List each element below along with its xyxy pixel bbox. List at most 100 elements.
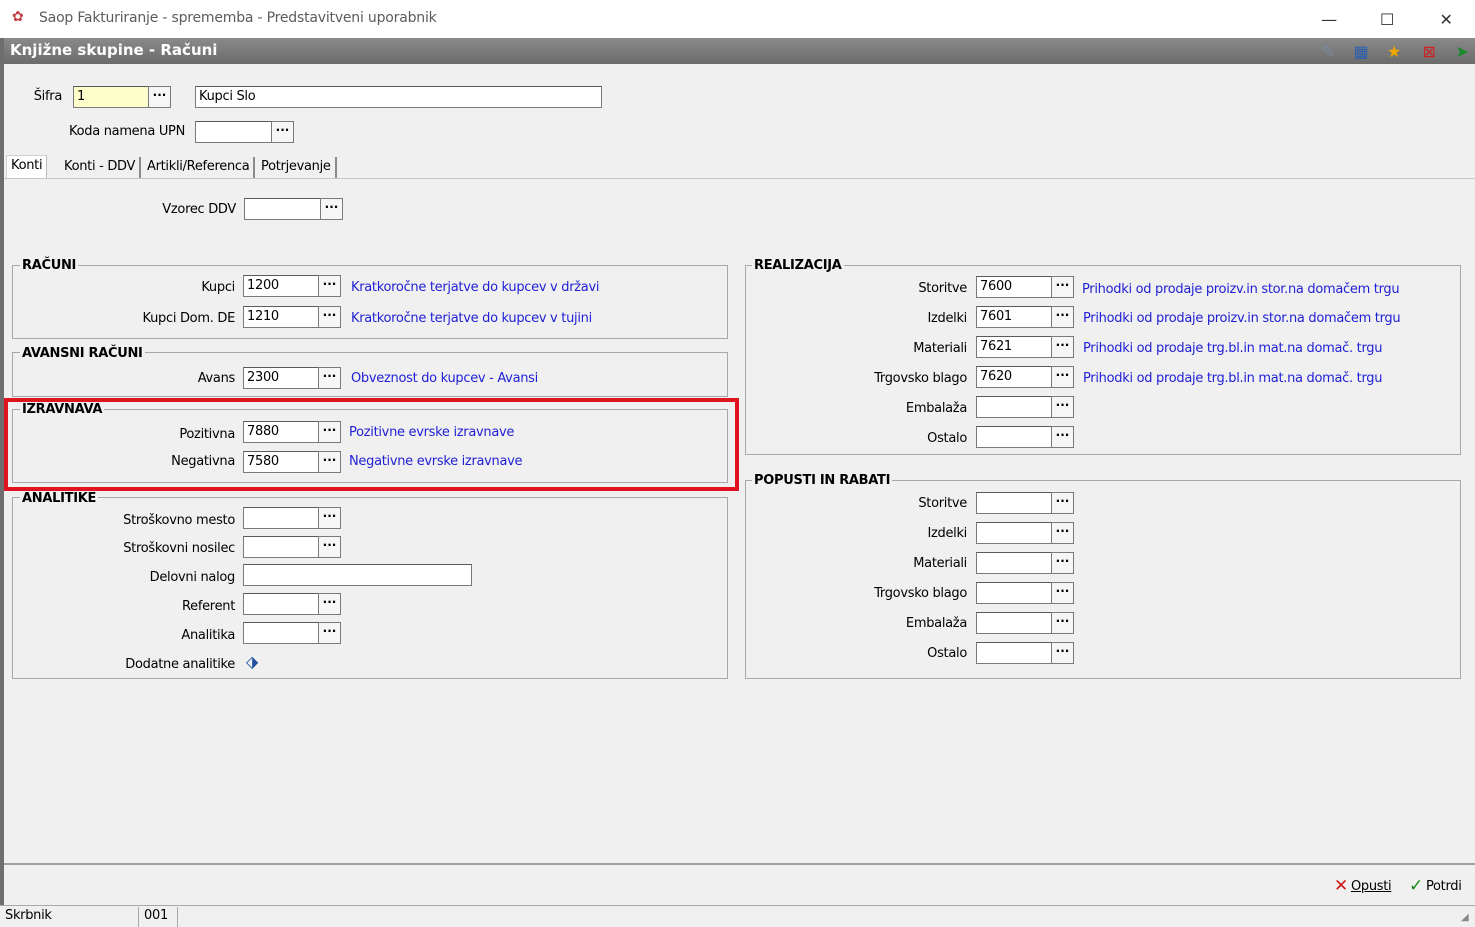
pop-storitve-label: Storitve: [918, 496, 967, 511]
real-trgovsko-blago-input[interactable]: 7620: [976, 366, 1053, 388]
stroskovno-mesto-lookup-button[interactable]: ···: [318, 507, 341, 529]
koda-lookup-button[interactable]: ···: [271, 121, 294, 143]
kupci-input[interactable]: 1200: [243, 275, 320, 297]
stroskovni-nosilec-input[interactable]: [243, 536, 320, 558]
minimize-button[interactable]: —: [1300, 0, 1358, 38]
window-title: Saop Fakturiranje - sprememba - Predstav…: [39, 10, 437, 26]
real-izdelki-lookup-button[interactable]: ···: [1051, 306, 1074, 328]
maximize-button[interactable]: ☐: [1358, 0, 1416, 38]
stroskovni-nosilec-lookup-button[interactable]: ···: [318, 536, 341, 558]
kupci-dom-de-description: Kratkoročne terjatve do kupcev v tujini: [351, 311, 592, 326]
cancel-button[interactable]: ✕ Opusti: [1334, 876, 1392, 896]
avans-lookup-button[interactable]: ···: [318, 367, 341, 389]
naziv-input[interactable]: Kupci Slo: [195, 86, 602, 108]
real-materiali-description: Prihodki od prodaje trg.bl.in mat.na dom…: [1083, 341, 1383, 356]
vzorec-ddv-label: Vzorec DDV: [162, 202, 236, 217]
edit-icon[interactable]: ✎: [1316, 40, 1340, 62]
referent-label: Referent: [181, 599, 235, 614]
export-icon[interactable]: ➤: [1450, 40, 1474, 62]
koda-label: Koda namena UPN: [69, 124, 185, 139]
vzorec-ddv-input[interactable]: [244, 198, 322, 220]
delete-icon[interactable]: ⊠: [1417, 40, 1441, 62]
popusti-group-title: POPUSTI IN RABATI: [752, 473, 893, 488]
footer-divider: [4, 863, 1475, 865]
analitika-input[interactable]: [243, 622, 320, 644]
star-icon[interactable]: ★: [1382, 40, 1406, 62]
real-embalaza-lookup-button[interactable]: ···: [1051, 396, 1074, 418]
pop-izdelki-input[interactable]: [976, 522, 1053, 544]
avans-input[interactable]: 2300: [243, 367, 320, 389]
pop-materiali-lookup-button[interactable]: ···: [1051, 552, 1074, 574]
real-ostalo-label: Ostalo: [927, 431, 967, 446]
real-storitve-label: Storitve: [918, 281, 967, 296]
pop-storitve-input[interactable]: [976, 492, 1053, 514]
tab-strip-divider: [4, 178, 1475, 179]
real-trgovsko-blago-label: Trgovsko blago: [874, 371, 967, 386]
pop-ostalo-input[interactable]: [976, 642, 1053, 664]
app-logo-icon: ✿: [12, 9, 24, 25]
koda-input[interactable]: [195, 121, 272, 143]
real-ostalo-lookup-button[interactable]: ···: [1051, 426, 1074, 448]
highlight-box: [4, 398, 739, 491]
dodatne-analitike-icon[interactable]: ⬗: [246, 652, 268, 672]
pop-trgovsko-blago-input[interactable]: [976, 582, 1053, 604]
real-izdelki-input[interactable]: 7601: [976, 306, 1053, 328]
pop-materiali-input[interactable]: [976, 552, 1053, 574]
sifra-lookup-button[interactable]: ···: [148, 86, 171, 108]
pop-trgovsko-blago-lookup-button[interactable]: ···: [1051, 582, 1074, 604]
kupci-label: Kupci: [201, 280, 235, 295]
status-user: Skrbnik: [2, 907, 139, 927]
delovni-nalog-input[interactable]: [243, 564, 472, 586]
pop-embalaza-input[interactable]: [976, 612, 1053, 634]
tab-konti-ddv[interactable]: Konti - DDV: [60, 157, 142, 179]
cancel-icon: ✕: [1334, 876, 1348, 896]
stroskovno-mesto-input[interactable]: [243, 507, 320, 529]
pop-trgovsko-blago-label: Trgovsko blago: [874, 586, 967, 601]
status-extra: [180, 907, 1460, 927]
cancel-button-label: Opusti: [1350, 878, 1392, 894]
real-trgovsko-blago-description: Prihodki od prodaje trg.bl.in mat.na dom…: [1083, 371, 1383, 386]
real-trgovsko-blago-lookup-button[interactable]: ···: [1051, 366, 1074, 388]
kupci-dom-de-lookup-button[interactable]: ···: [318, 306, 341, 328]
confirm-button[interactable]: ✓ Potrdi: [1409, 876, 1462, 896]
avans-label: Avans: [197, 371, 236, 386]
tab-potrjevanje[interactable]: Potrjevanje: [257, 157, 337, 179]
status-code: 001: [141, 907, 178, 927]
kupci-lookup-button[interactable]: ···: [318, 275, 341, 297]
real-ostalo-input[interactable]: [976, 426, 1053, 448]
real-storitve-lookup-button[interactable]: ···: [1051, 276, 1074, 298]
real-storitve-input[interactable]: 7600: [976, 276, 1053, 298]
close-button[interactable]: ✕: [1417, 0, 1475, 38]
pop-storitve-lookup-button[interactable]: ···: [1051, 492, 1074, 514]
pop-izdelki-lookup-button[interactable]: ···: [1051, 522, 1074, 544]
real-izdelki-description: Prihodki od prodaje proizv.in stor.na do…: [1083, 311, 1401, 326]
referent-lookup-button[interactable]: ···: [318, 593, 341, 615]
pop-embalaza-lookup-button[interactable]: ···: [1051, 612, 1074, 634]
pop-izdelki-label: Izdelki: [927, 526, 967, 541]
stroskovno-mesto-label: Stroškovno mesto: [123, 513, 235, 528]
referent-input[interactable]: [243, 593, 320, 615]
confirm-button-label: Potrdi: [1425, 878, 1462, 894]
analitika-lookup-button[interactable]: ···: [318, 622, 341, 644]
vzorec-ddv-lookup-button[interactable]: ···: [320, 198, 343, 220]
real-materiali-lookup-button[interactable]: ···: [1051, 336, 1074, 358]
real-materiali-input[interactable]: 7621: [976, 336, 1053, 358]
form-title: Knjižne skupine - Računi: [10, 41, 218, 59]
pop-embalaza-label: Embalaža: [905, 616, 967, 631]
sifra-input[interactable]: 1: [73, 86, 149, 108]
avansni-racuni-group-title: AVANSNI RAČUNI: [20, 346, 145, 361]
tab-konti[interactable]: Konti: [6, 155, 48, 179]
sifra-label: Šifra: [33, 89, 63, 104]
kupci-dom-de-input[interactable]: 1210: [243, 306, 320, 328]
tab-artikli-referenca[interactable]: Artikli/Referenca: [143, 157, 256, 179]
racuni-group: [12, 265, 728, 339]
kupci-dom-de-label: Kupci Dom. DE: [142, 311, 236, 326]
pop-ostalo-lookup-button[interactable]: ···: [1051, 642, 1074, 664]
dodatne-analitike-label: Dodatne analitike: [125, 657, 235, 672]
real-embalaza-input[interactable]: [976, 396, 1053, 418]
pop-ostalo-label: Ostalo: [927, 646, 967, 661]
stroskovni-nosilec-label: Stroškovni nosilec: [123, 541, 235, 556]
resize-grip-icon[interactable]: ◢: [1461, 912, 1473, 924]
realizacija-group-title: REALIZACIJA: [752, 258, 844, 273]
table-icon[interactable]: ▦: [1349, 40, 1373, 62]
